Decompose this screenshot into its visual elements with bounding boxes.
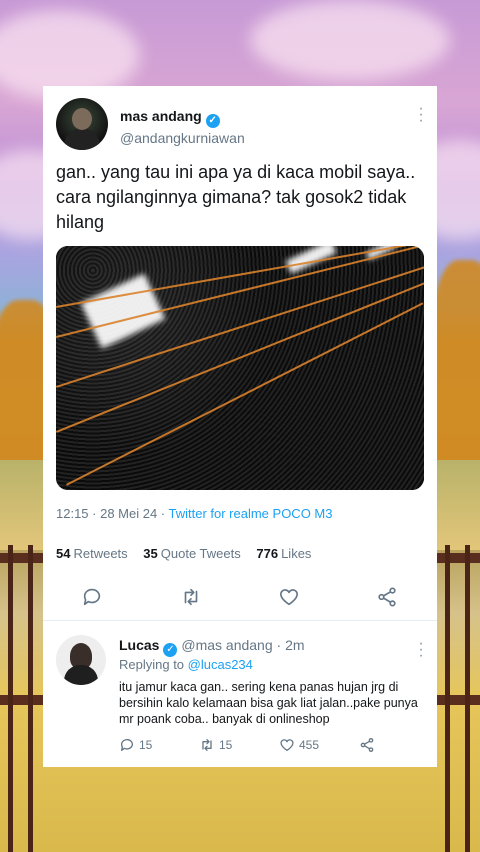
timestamp-text: 12:15 · 28 Mei 24 · [56,506,169,521]
tweet-timestamp: 12:15 · 28 Mei 24 · Twitter for realme P… [56,506,332,521]
tweet-actions [43,586,437,610]
reply-reply-count: 15 [139,738,153,752]
replying-to: Replying to @lucas234 [119,657,253,672]
verified-badge-icon: ✓ [163,643,178,657]
reply-like-count: 455 [299,738,320,752]
tweet-card: mas andang ✓ @andangkurniawan · · · gan.. y… [43,86,437,620]
quotes-stat[interactable]: 35 Quote Tweets [143,546,240,561]
retweet-icon [202,739,212,751]
reply-retweet-count: 15 [219,738,233,752]
quotes-label: Quote Tweets [160,546,241,561]
like-icon [280,739,294,751]
reply-author-name[interactable]: Lucas [119,637,159,653]
reply-like-button[interactable]: 455 [279,737,319,753]
reply-text: itu jamur kaca gan.. sering kena panas h… [119,680,418,726]
reply-icon [120,739,133,751]
reply-icon[interactable] [81,586,103,608]
reply-reply-button[interactable]: 15 [119,737,152,753]
retweets-label: Retweets [73,546,128,561]
retweets-stat[interactable]: 54 Retweets [56,546,128,561]
author-display-name[interactable]: mas andang [120,108,202,124]
reply-author-avatar[interactable] [56,635,106,685]
likes-count: 776 [256,546,279,561]
like-icon[interactable] [278,586,300,608]
likes-stat[interactable]: 776 Likes [256,546,311,561]
verified-badge-icon: ✓ [205,114,220,128]
author-name-row[interactable]: mas andang ✓ [120,108,220,128]
more-options-icon[interactable]: · · · [417,636,425,664]
tweet-stats: 54 Retweets 35 Quote Tweets 776 Likes [56,546,323,561]
reply-meta-text: @mas andang · 2m [181,637,305,653]
share-icon [360,738,374,752]
tweet-source-link[interactable]: Twitter for realme POCO M3 [169,506,333,521]
share-icon[interactable] [376,586,398,608]
retweet-icon[interactable] [180,586,202,608]
replying-to-link[interactable]: @lucas234 [188,657,253,672]
likes-label: Likes [281,546,312,561]
retweets-count: 54 [56,546,71,561]
quotes-count: 35 [143,546,158,561]
reply-card: Lucas ✓ @mas andang · 2m · · · Replying to … [43,620,437,767]
tweet-text: gan.. yang tau ini apa ya di kaca mobil … [56,162,416,232]
author-handle[interactable]: @andangkurniawan [120,130,245,146]
reply-header: Lucas ✓ @mas andang · 2m [119,637,305,657]
tweet-photo[interactable] [56,246,424,490]
more-options-icon[interactable]: · · · [417,101,425,129]
reply-retweet-button[interactable]: 15 [199,737,232,753]
reply-actions: 15 15 455 [119,737,419,755]
reply-share-button[interactable] [359,737,375,753]
replying-prefix: Replying to [119,657,188,672]
author-avatar[interactable] [56,98,108,150]
